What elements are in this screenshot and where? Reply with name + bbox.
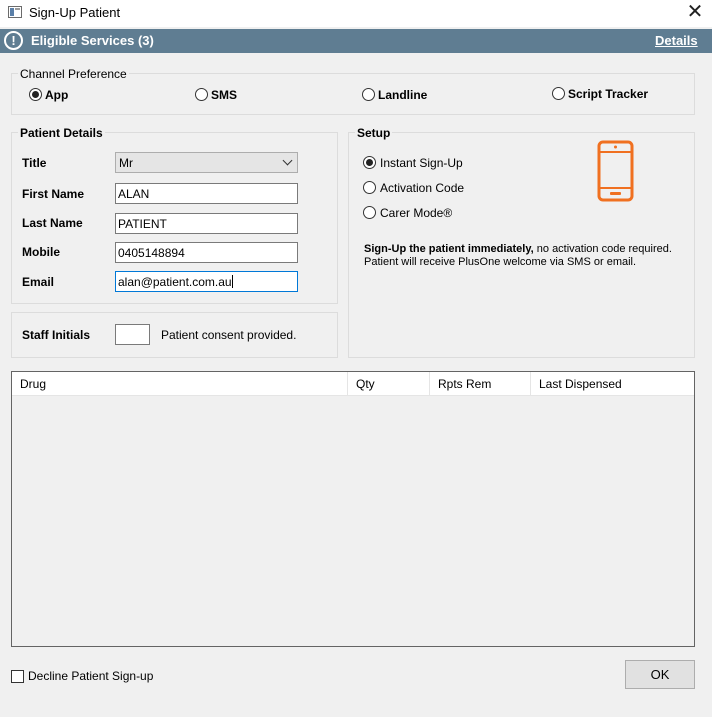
chevron-down-icon <box>282 155 293 166</box>
channel-script-tracker-label[interactable]: Script Tracker <box>568 87 648 101</box>
last-name-input[interactable]: PATIENT <box>115 213 298 234</box>
column-header-drug[interactable]: Drug <box>12 372 348 396</box>
last-name-label: Last Name <box>22 216 83 230</box>
channel-app-label[interactable]: App <box>45 88 68 102</box>
title-label: Title <box>22 156 47 170</box>
column-header-qty[interactable]: Qty <box>348 372 430 396</box>
setup-description: Sign-Up the patient immediately, no acti… <box>364 243 692 269</box>
setup-instant-label[interactable]: Instant Sign-Up <box>380 156 463 170</box>
mobile-phone-icon <box>597 140 634 202</box>
channel-sms-label[interactable]: SMS <box>211 88 237 102</box>
channel-landline-label[interactable]: Landline <box>378 88 427 102</box>
setup-instant-radio[interactable] <box>363 156 376 169</box>
email-label: Email <box>22 275 55 289</box>
text-caret <box>231 275 233 288</box>
setup-description-bold: Sign-Up the patient immediately, <box>364 243 534 255</box>
alert-icon: ! <box>4 31 23 50</box>
email-input-value: alan@patient.com.au <box>118 275 232 289</box>
column-header-last-dispensed[interactable]: Last Dispensed <box>531 372 694 396</box>
decline-signup-label[interactable]: Decline Patient Sign-up <box>28 669 153 683</box>
channel-preference-legend: Channel Preference <box>18 67 129 81</box>
mobile-input[interactable]: 0405148894 <box>115 242 298 263</box>
title-bar: Sign-Up Patient ✕ <box>0 0 712 27</box>
details-link[interactable]: Details <box>655 33 698 48</box>
eligible-services-title: Eligible Services (3) <box>31 33 154 48</box>
app-icon <box>8 6 22 18</box>
patient-details-legend: Patient Details <box>18 126 105 140</box>
window-title: Sign-Up Patient <box>29 5 121 20</box>
ok-button[interactable]: OK <box>625 660 695 689</box>
setup-activation-radio[interactable] <box>363 181 376 194</box>
mobile-label: Mobile <box>22 245 60 259</box>
setup-legend: Setup <box>355 126 393 140</box>
channel-script-tracker-radio[interactable] <box>552 87 565 100</box>
title-select-value: Mr <box>119 156 133 170</box>
channel-app-radio[interactable] <box>29 88 42 101</box>
staff-initials-input[interactable] <box>115 324 150 345</box>
column-header-rpts-rem[interactable]: Rpts Rem <box>430 372 531 396</box>
setup-carer-label[interactable]: Carer Mode® <box>380 206 452 220</box>
decline-signup-checkbox[interactable] <box>11 670 24 683</box>
drug-table-header: Drug Qty Rpts Rem Last Dispensed <box>12 372 694 396</box>
title-select[interactable]: Mr <box>115 152 298 173</box>
eligible-services-banner: ! Eligible Services (3) Details <box>0 29 712 53</box>
first-name-input[interactable]: ALAN <box>115 183 298 204</box>
first-name-label: First Name <box>22 187 85 201</box>
ok-button-label: OK <box>650 667 670 682</box>
close-icon[interactable]: ✕ <box>684 2 706 24</box>
channel-landline-radio[interactable] <box>362 88 375 101</box>
staff-initials-label: Staff Initials <box>22 328 91 342</box>
setup-description-line2: Patient will receive PlusOne welcome via… <box>364 256 637 268</box>
setup-description-rest: no activation code required. <box>533 243 672 255</box>
setup-activation-label[interactable]: Activation Code <box>380 181 464 195</box>
setup-carer-radio[interactable] <box>363 206 376 219</box>
consent-text: Patient consent provided. <box>161 328 297 342</box>
channel-sms-radio[interactable] <box>195 88 208 101</box>
email-input[interactable]: alan@patient.com.au <box>115 271 298 292</box>
drug-table[interactable]: Drug Qty Rpts Rem Last Dispensed <box>11 371 695 647</box>
